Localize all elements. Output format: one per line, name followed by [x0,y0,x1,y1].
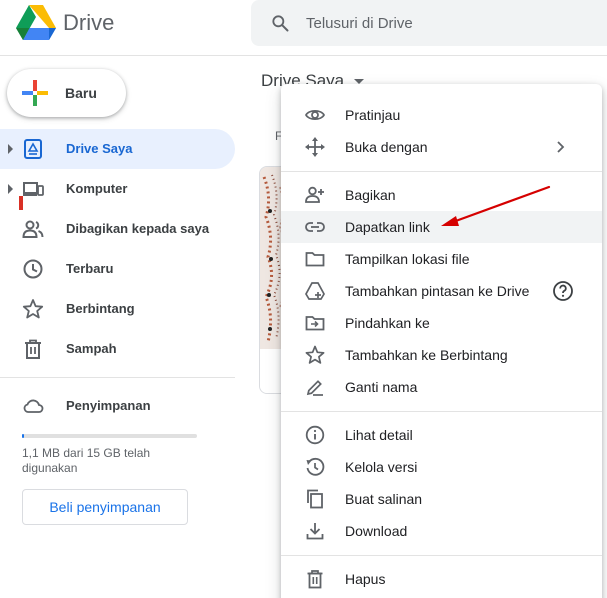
help-icon[interactable] [552,280,574,302]
trash-icon [307,570,323,589]
menu-item-open-with[interactable]: Buka dengan [281,131,602,163]
sidebar-item-label: Berbintang [66,301,135,316]
person-add-icon [305,186,324,203]
sidebar-item-label: Dibagikan kepada saya [66,221,210,236]
buy-storage-button[interactable]: Beli penyimpanan [22,489,188,525]
menu-item-label: Tampilkan lokasi file [345,251,470,267]
menu-item-get-link[interactable]: Dapatkan link [281,211,602,243]
menu-item-download[interactable]: Download [281,515,602,547]
sidebar-item-label: Drive Saya [66,141,133,156]
expand-caret-icon[interactable] [8,184,13,194]
plus-icon [22,80,48,106]
trash-icon [25,339,41,359]
menu-item-add-shortcut[interactable]: Tambahkan pintasan ke Drive [281,275,602,307]
drive-window: Drive Baru Drive Saya [0,0,607,598]
menu-item-show-file-location[interactable]: Tampilkan lokasi file [281,243,602,275]
search-icon[interactable] [270,13,290,33]
menu-item-label: Tambahkan pintasan ke Drive [345,283,530,299]
chevron-right-icon [557,141,565,153]
menu-item-label: Lihat detail [345,427,413,443]
cloud-icon [23,399,44,413]
menu-item-label: Ganti nama [345,379,418,395]
top-bar: Drive [0,0,607,56]
menu-item-label: Download [345,523,408,539]
menu-item-rename[interactable]: Ganti nama [281,371,602,403]
sidebar-item-shared-with-me[interactable]: Dibagikan kepada saya [0,209,235,249]
menu-item-manage-versions[interactable]: Kelola versi [281,451,602,483]
menu-item-move-to[interactable]: Pindahkan ke [281,307,602,339]
menu-item-label: Hapus [345,571,386,587]
storage-progress-bar [22,434,197,438]
menu-item-delete[interactable]: Hapus [281,563,602,595]
menu-separator [281,555,602,556]
new-button-label: Baru [65,85,97,101]
computer-icon [23,182,44,196]
menu-item-preview[interactable]: Pratinjau [281,99,602,131]
sidebar-item-label: Sampah [66,341,117,356]
menu-item-share[interactable]: Bagikan [281,179,602,211]
menu-item-make-copy[interactable]: Buat salinan [281,483,602,515]
sidebar-item-recent[interactable]: Terbaru [0,249,235,289]
menu-separator [281,171,602,172]
sidebar-item-storage[interactable]: Penyimpanan [0,386,235,426]
info-icon [305,425,325,445]
drive-logo[interactable] [16,4,56,40]
sidebar-item-starred[interactable]: Berbintang [0,289,235,329]
move-to-folder-icon [305,316,325,331]
download-icon [306,523,324,540]
menu-item-label: Pindahkan ke [345,315,430,331]
expand-caret-icon[interactable] [8,144,13,154]
move-arrows-icon [305,137,325,157]
sidebar-item-trash[interactable]: Sampah [0,329,235,369]
add-shortcut-icon [305,282,325,300]
sidebar-item-my-drive[interactable]: Drive Saya [0,129,235,169]
file-type-icon [19,196,23,210]
menu-item-label: Kelola versi [345,459,418,475]
menu-item-label: Dapatkan link [345,219,430,235]
storage-usage-text: 1,1 MB dari 15 GB telah digunakan [22,446,151,475]
menu-item-label: Pratinjau [345,107,401,123]
app-brand: Drive [63,10,115,35]
people-icon [22,220,44,238]
sidebar-item-label: Terbaru [66,261,114,276]
my-drive-icon [24,139,42,159]
menu-item-label: Buat salinan [345,491,423,507]
copy-icon [307,489,323,509]
folder-icon [305,252,325,267]
menu-item-view-details[interactable]: Lihat detail [281,419,602,451]
menu-item-label: Tambahkan ke Berbintang [345,347,508,363]
storage-label: Penyimpanan [66,398,151,413]
menu-item-add-to-starred[interactable]: Tambahkan ke Berbintang [281,339,602,371]
sidebar-divider [0,377,235,378]
menu-separator [281,411,602,412]
storage-progress-fill [22,434,25,438]
history-icon [306,457,325,476]
pencil-icon [306,380,323,396]
star-outline-icon [305,345,325,364]
sidebar-item-computers[interactable]: Komputer [0,169,235,209]
menu-item-label: Bagikan [345,187,396,203]
search-box[interactable] [251,0,607,46]
clock-icon [23,259,43,279]
sidebar-item-label: Komputer [66,181,128,196]
menu-item-label: Buka dengan [345,139,428,155]
search-input[interactable] [306,12,596,34]
star-icon [22,299,44,319]
eye-icon [305,109,325,121]
link-icon [305,222,325,232]
